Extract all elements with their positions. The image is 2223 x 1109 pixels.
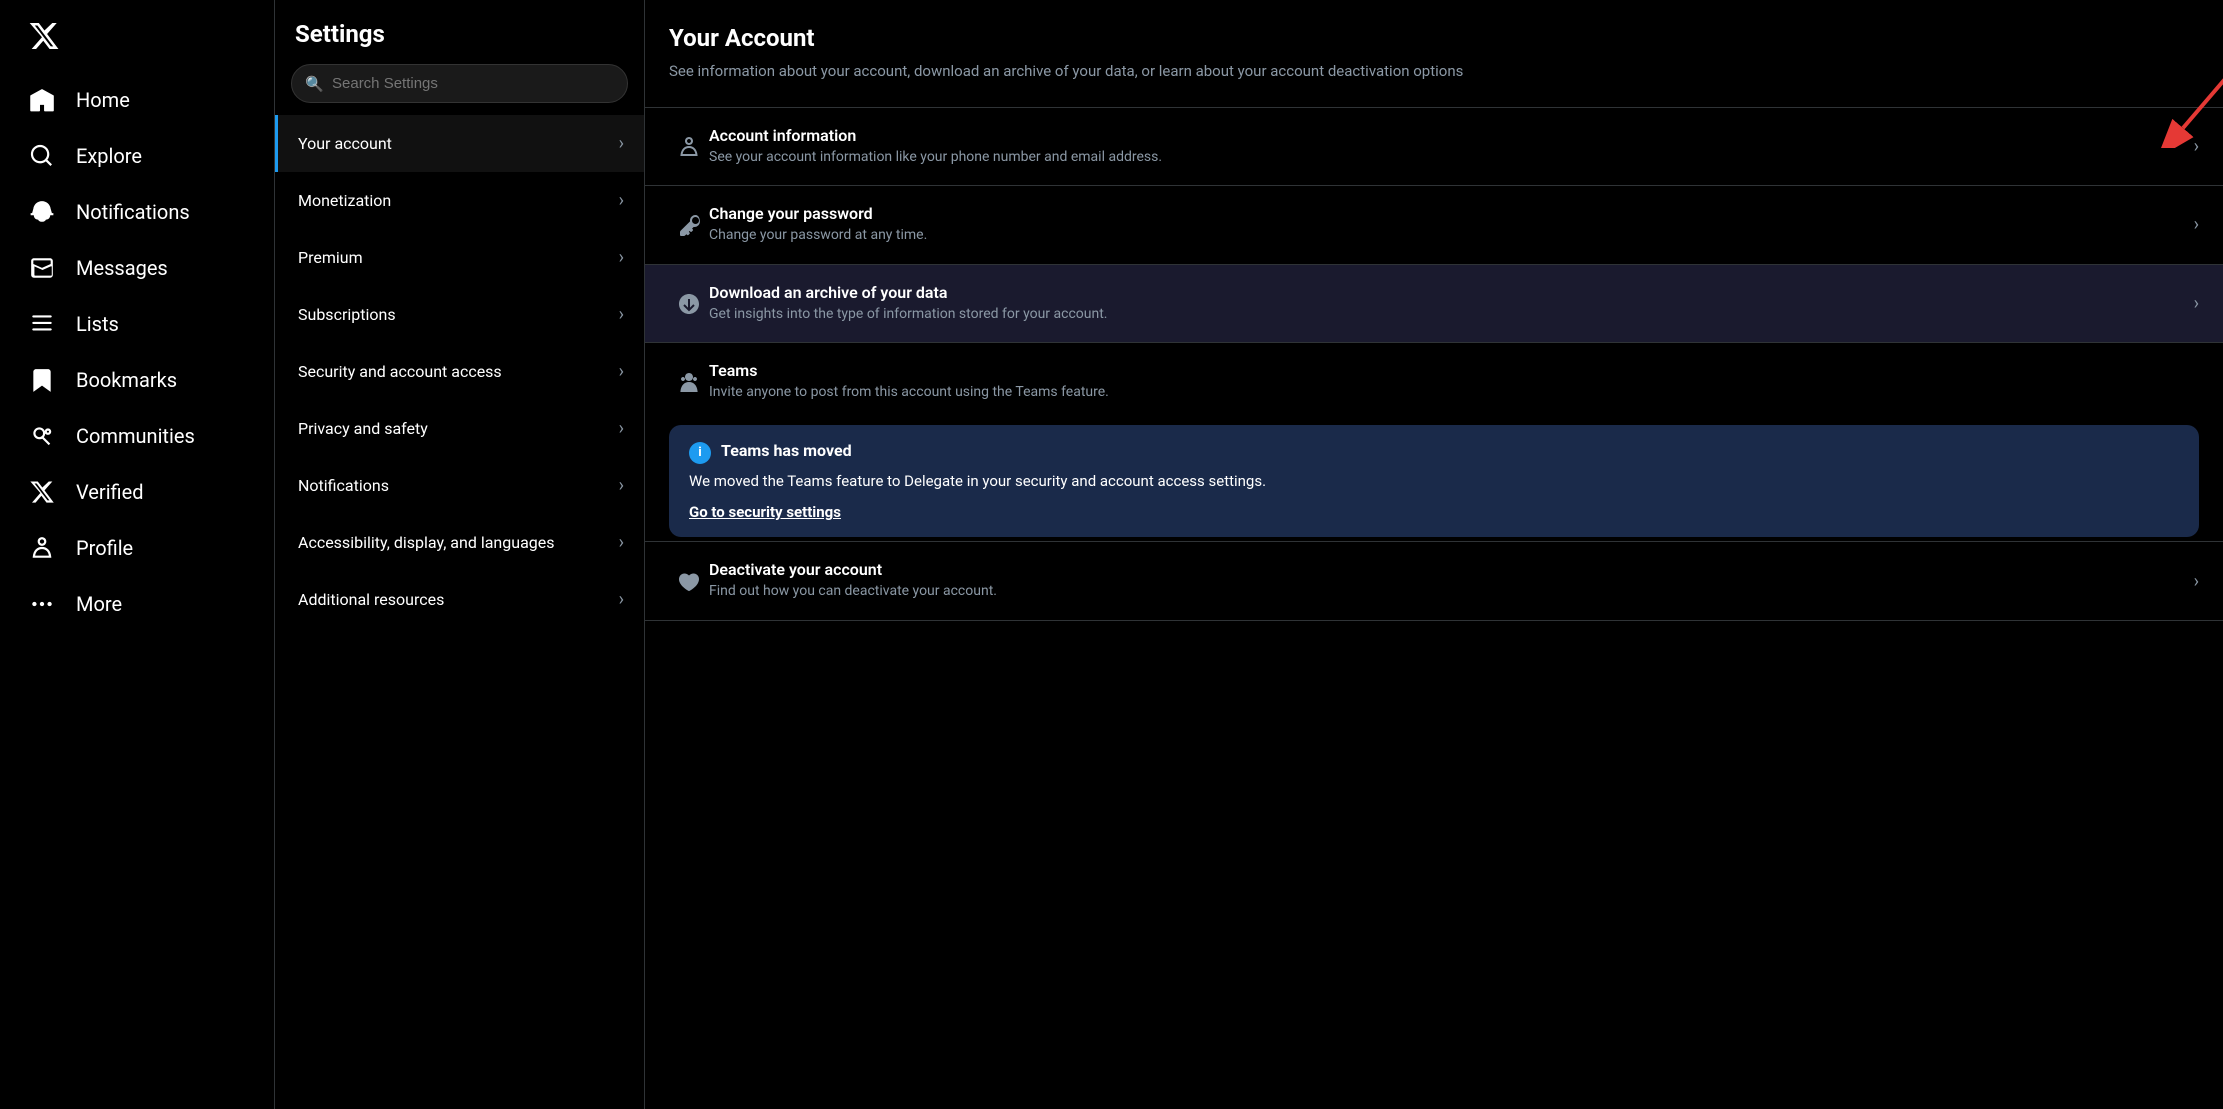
download-archive-title: Download an archive of your data [709,283,2182,302]
sidebar-item-communities[interactable]: Communities [12,408,262,464]
settings-menu-accessibility[interactable]: Accessibility, display, and languages › [275,514,644,571]
sidebar-item-explore-label: Explore [76,144,142,168]
deactivate-row[interactable]: Deactivate your account Find out how you… [645,541,2223,621]
deactivate-chevron: › [2194,571,2199,592]
deactivate-text: Deactivate your account Find out how you… [709,560,2182,602]
teams-row[interactable]: Teams Invite anyone to post from this ac… [645,342,2223,421]
logo[interactable] [12,8,262,68]
sidebar-item-profile[interactable]: Profile [12,520,262,576]
sidebar-item-verified-label: Verified [76,480,144,504]
change-password-desc: Change your password at any time. [709,226,2182,246]
teams-desc: Invite anyone to post from this account … [709,383,2199,403]
teams-banner-body: We moved the Teams feature to Delegate i… [689,470,2179,493]
key-icon [669,212,709,238]
sidebar-item-more[interactable]: More [12,576,262,632]
content-header: Your Account See information about your … [645,24,2223,91]
change-password-chevron: › [2194,214,2199,235]
content-title: Your Account [669,24,2199,52]
settings-menu-privacy[interactable]: Privacy and safety › [275,400,644,457]
change-password-text: Change your password Change your passwor… [709,204,2182,246]
sidebar-item-notifications-label: Notifications [76,200,190,224]
settings-menu-security[interactable]: Security and account access › [275,343,644,400]
chevron-icon: › [619,133,624,154]
download-archive-chevron: › [2194,293,2199,314]
x-logo-icon [28,20,60,52]
communities-icon [28,422,56,450]
explore-icon [28,142,56,170]
sidebar-item-more-label: More [76,592,122,616]
sidebar-item-profile-label: Profile [76,536,133,560]
sidebar-item-lists[interactable]: Lists [12,296,262,352]
download-archive-row[interactable]: Download an archive of your data Get ins… [645,264,2223,343]
download-archive-text: Download an archive of your data Get ins… [709,283,2182,325]
more-icon [28,590,56,618]
settings-menu-notifications[interactable]: Notifications › [275,457,644,514]
sidebar-item-communities-label: Communities [76,424,195,448]
lists-icon [28,310,56,338]
account-info-chevron: › [2194,136,2199,157]
settings-menu: Your account › Monetization › Premium › … [275,115,644,628]
account-info-row[interactable]: Account information See your account inf… [645,107,2223,186]
account-info-title: Account information [709,126,2182,145]
mail-icon [28,254,56,282]
chevron-icon: › [619,532,624,553]
content-section: Account information See your account inf… [645,107,2223,621]
teams-banner-header: i Teams has moved [689,441,2179,464]
sidebar-item-bookmarks[interactable]: Bookmarks [12,352,262,408]
settings-menu-monetization[interactable]: Monetization › [275,172,644,229]
settings-menu-your-account[interactable]: Your account › [275,115,644,172]
teams-banner-title: Teams has moved [721,441,852,460]
chevron-icon: › [619,589,624,610]
info-icon: i [689,442,711,464]
sidebar: Home Explore Notifications Messages List… [0,0,275,1109]
profile-icon [28,534,56,562]
teams-icon [669,369,709,395]
sidebar-item-verified[interactable]: Verified [12,464,262,520]
chevron-icon: › [619,190,624,211]
teams-text: Teams Invite anyone to post from this ac… [709,361,2199,403]
account-info-text: Account information See your account inf… [709,126,2182,168]
teams-title: Teams [709,361,2199,380]
person-icon [669,133,709,159]
sidebar-item-home[interactable]: Home [12,72,262,128]
settings-menu-premium[interactable]: Premium › [275,229,644,286]
chevron-icon: › [619,247,624,268]
change-password-row[interactable]: Change your password Change your passwor… [645,185,2223,264]
search-icon: 🔍 [305,75,324,93]
search-bar-container: 🔍 [291,64,628,103]
chevron-icon: › [619,475,624,496]
sidebar-item-messages[interactable]: Messages [12,240,262,296]
content-panel: Your Account See information about your … [645,0,2223,1109]
deactivate-desc: Find out how you can deactivate your acc… [709,582,2182,602]
sidebar-item-home-label: Home [76,88,130,112]
home-icon [28,86,56,114]
teams-banner: i Teams has moved We moved the Teams fea… [669,425,2199,538]
account-info-desc: See your account information like your p… [709,148,2182,168]
settings-panel: Settings 🔍 Your account › Monetization ›… [275,0,645,1109]
verified-icon [28,478,56,506]
settings-title: Settings [275,0,644,60]
download-icon [669,290,709,316]
content-subtitle: See information about your account, down… [669,60,2199,83]
settings-menu-resources[interactable]: Additional resources › [275,571,644,628]
sidebar-item-bookmarks-label: Bookmarks [76,368,177,392]
sidebar-item-messages-label: Messages [76,256,168,280]
search-input[interactable] [291,64,628,103]
sidebar-item-notifications[interactable]: Notifications [12,184,262,240]
chevron-icon: › [619,361,624,382]
download-archive-desc: Get insights into the type of informatio… [709,305,2182,325]
go-to-security-link[interactable]: Go to security settings [689,503,841,521]
sidebar-item-explore[interactable]: Explore [12,128,262,184]
chevron-icon: › [619,304,624,325]
bookmark-icon [28,366,56,394]
deactivate-icon [669,568,709,594]
settings-menu-subscriptions[interactable]: Subscriptions › [275,286,644,343]
deactivate-title: Deactivate your account [709,560,2182,579]
bell-icon [28,198,56,226]
chevron-icon: › [619,418,624,439]
change-password-title: Change your password [709,204,2182,223]
sidebar-item-lists-label: Lists [76,312,119,336]
